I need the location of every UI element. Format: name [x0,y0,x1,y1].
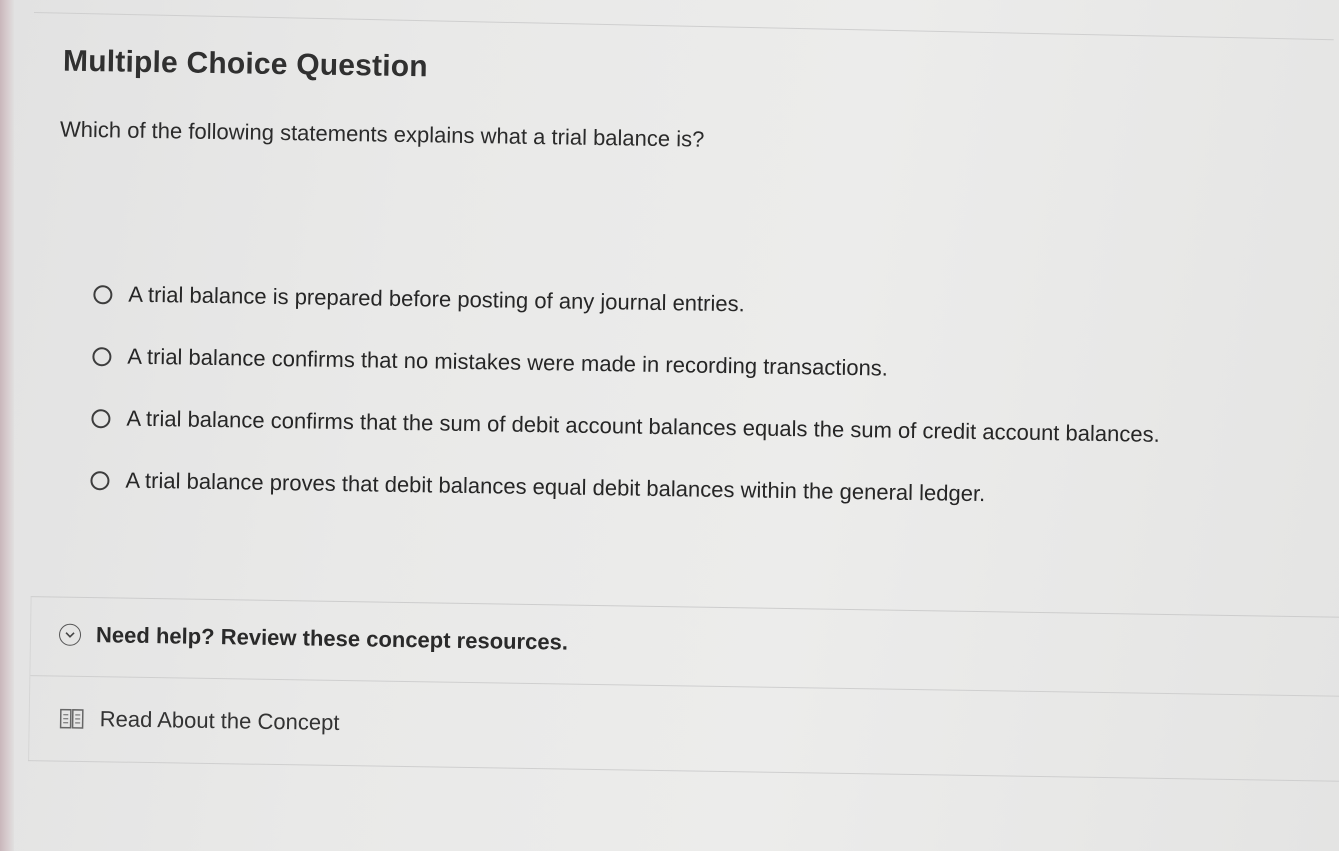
concept-resources-toggle[interactable]: Need help? Review these concept resource… [58,622,569,656]
concept-resources-panel: Need help? Review these concept resource… [28,596,1339,782]
question-card: Multiple Choice Question Which of the fo… [26,0,1339,851]
resource-label: Read About the Concept [99,706,340,736]
answer-option-label: A trial balance confirms that the sum of… [126,405,1160,447]
answer-option-label: A trial balance proves that debit balanc… [125,467,986,507]
screen-left-edge [0,0,14,851]
answer-option-label: A trial balance confirms that no mistake… [127,343,889,381]
book-icon [59,708,84,730]
question-type-title: Multiple Choice Question [62,44,429,84]
concept-resources-title: Need help? Review these concept resource… [95,622,569,655]
chevron-down-circle-icon [58,623,82,646]
answer-option-label: A trial balance is prepared before posti… [128,281,745,317]
answer-options: A trial balance is prepared before posti… [90,263,1162,528]
read-about-concept-link[interactable]: Read About the Concept [59,706,340,736]
radio-button[interactable] [93,284,113,304]
radio-button[interactable] [91,408,111,428]
radio-button[interactable] [92,346,112,366]
radio-button[interactable] [90,470,110,490]
concept-resources-header: Need help? Review these concept resource… [30,597,1339,697]
question-prompt: Which of the following statements explai… [59,116,705,152]
